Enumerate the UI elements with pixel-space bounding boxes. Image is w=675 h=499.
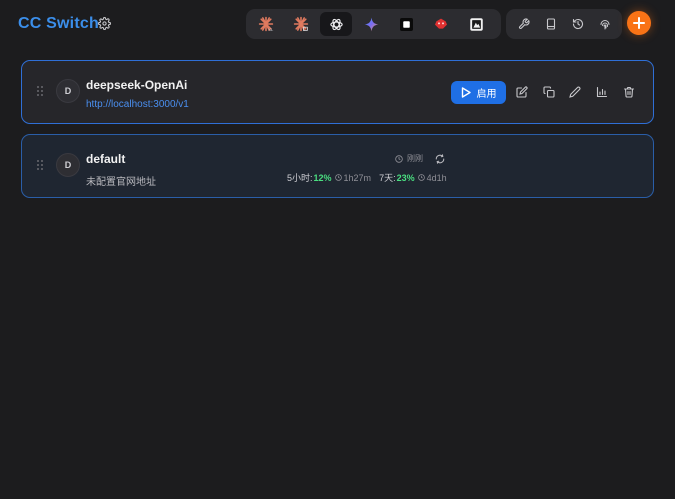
seven-day-label: 7天:: [379, 173, 396, 183]
refresh-icon[interactable]: [435, 153, 445, 164]
claude-alt-icon: [293, 16, 309, 32]
docs-button[interactable]: [539, 12, 563, 36]
claude-icon: XL: [258, 16, 274, 32]
usage-row: 5小时: 12% 1h27m 7天: 23% 4d1h: [287, 171, 447, 184]
edit-button[interactable]: [515, 85, 529, 99]
tab-claude[interactable]: XL: [250, 12, 282, 36]
clock-icon: [334, 174, 342, 181]
edit-icon: [516, 86, 528, 98]
fingerprint-button[interactable]: [593, 12, 617, 36]
delete-button[interactable]: [622, 85, 636, 99]
seven-day-reset: 4d1h: [417, 172, 447, 183]
play-icon: [461, 87, 471, 98]
pencil-icon: [569, 86, 581, 98]
gemini-icon: [364, 17, 378, 31]
copy-button[interactable]: [542, 85, 556, 99]
openai-icon: [329, 18, 343, 30]
history-icon: [572, 18, 583, 30]
enable-label: 启用: [476, 89, 497, 100]
tab-red-app[interactable]: [425, 12, 457, 36]
settings-button[interactable]: [96, 15, 112, 31]
five-hour-reset-text: 1h27m: [343, 172, 372, 183]
square-icon: [399, 17, 413, 31]
usage-refresh: 刚刚: [395, 153, 445, 164]
tools-button[interactable]: [512, 12, 536, 36]
app-title: CC Switch: [18, 15, 99, 32]
provider-name: deepseek-OpenAi: [86, 78, 188, 92]
header: CC Switch XL: [0, 0, 675, 48]
provider-url-link[interactable]: http://localhost:3000/v1: [86, 99, 189, 110]
five-hour-label: 5小时:: [287, 173, 313, 183]
tab-openai[interactable]: [320, 12, 352, 36]
wrench-icon: [518, 18, 530, 30]
toolbar: [506, 9, 622, 39]
avatar: D: [56, 153, 80, 177]
trash-icon: [623, 86, 635, 98]
avatar: D: [56, 79, 80, 103]
fingerprint-icon: [600, 20, 609, 30]
history-button[interactable]: [566, 12, 590, 36]
app-switcher: XL: [246, 9, 501, 39]
five-hour-reset: 1h27m: [334, 172, 372, 183]
clock-icon: [395, 154, 403, 163]
plus-icon: [633, 17, 645, 29]
gear-icon: [97, 16, 111, 30]
drag-handle-icon[interactable]: [36, 85, 44, 97]
tab-gemini[interactable]: [355, 12, 387, 36]
add-provider-button[interactable]: [627, 11, 651, 35]
provider-card[interactable]: D default 未配置官网地址 刚刚 5小时: 12% 1h27m 7天: …: [21, 134, 654, 198]
tab-claude-alt[interactable]: [285, 12, 317, 36]
copy-icon: [543, 86, 555, 98]
red-app-icon: [435, 18, 447, 29]
tab-image-app[interactable]: [460, 12, 492, 36]
rename-button[interactable]: [568, 85, 582, 99]
provider-card[interactable]: D deepseek-OpenAi http://localhost:3000/…: [21, 60, 654, 124]
five-hour-percent: 12%: [313, 172, 332, 183]
seven-day-percent: 23%: [396, 172, 415, 183]
svg-text:XL: XL: [268, 27, 274, 32]
drag-handle-icon[interactable]: [36, 159, 44, 171]
stats-button[interactable]: [595, 85, 609, 99]
clock-icon: [417, 174, 425, 181]
tab-square[interactable]: [390, 12, 422, 36]
provider-name: default: [86, 152, 126, 166]
provider-subtitle: 未配置官网地址: [86, 177, 156, 188]
image-app-icon: [469, 17, 483, 31]
enable-button[interactable]: 启用: [451, 81, 506, 104]
refresh-time: 刚刚: [407, 154, 423, 163]
seven-day-reset-text: 4d1h: [426, 172, 447, 183]
bar-chart-icon: [596, 86, 608, 98]
book-icon: [546, 18, 555, 30]
